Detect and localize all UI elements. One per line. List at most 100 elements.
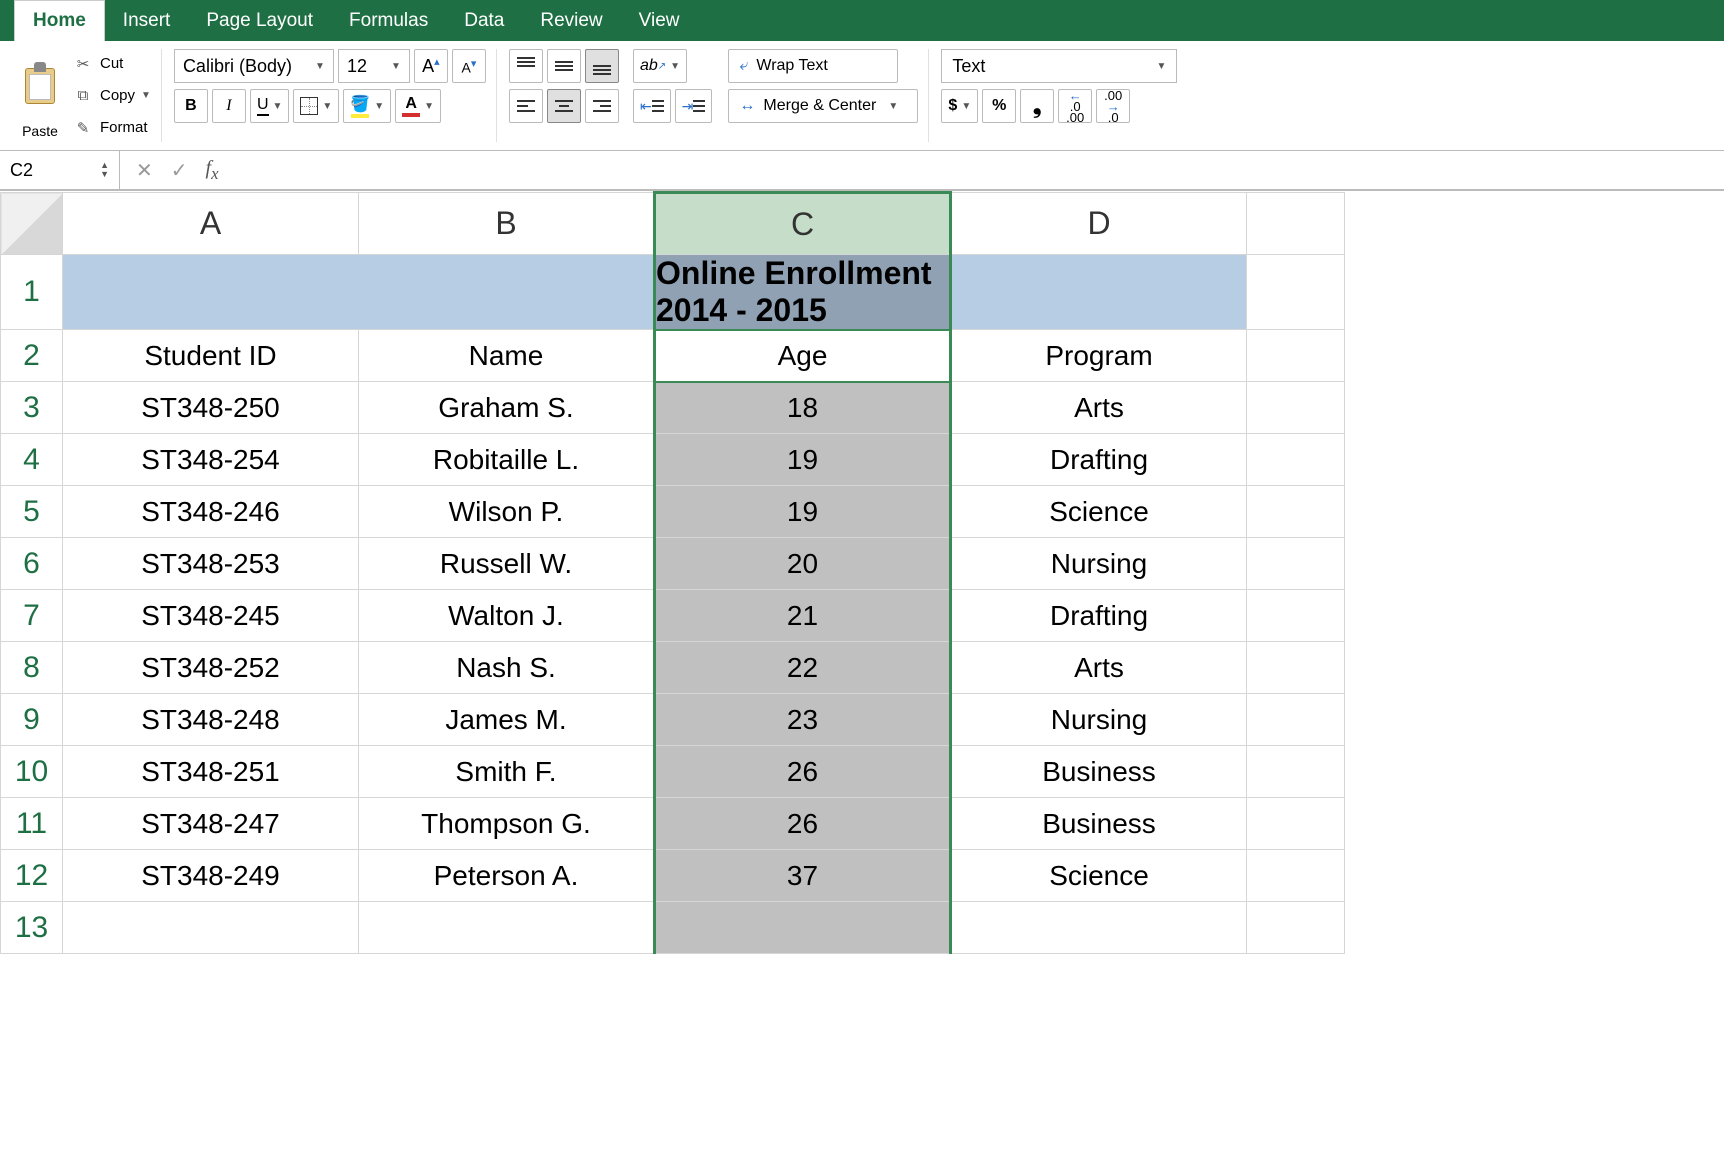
cell-d12[interactable]: Science [951, 850, 1247, 902]
row-header-13[interactable]: 13 [1, 902, 63, 954]
cell-c6[interactable]: 20 [655, 538, 951, 590]
percent-button[interactable]: % [982, 89, 1016, 123]
increase-font-button[interactable]: A▴ [414, 49, 448, 83]
cancel-formula-button[interactable]: ✕ [136, 158, 153, 183]
cell-e6[interactable] [1247, 538, 1345, 590]
underline-button[interactable]: U▼ [250, 89, 289, 123]
row-header-12[interactable]: 12 [1, 850, 63, 902]
decrease-indent-button[interactable]: ⇤ [633, 89, 671, 123]
wrap-text-button[interactable]: ⤶ Wrap Text [728, 49, 898, 83]
cell-a13[interactable] [63, 902, 359, 954]
cell-b3[interactable]: Graham S. [359, 382, 655, 434]
fill-color-button[interactable]: 🪣▼ [343, 89, 391, 123]
cell-c4[interactable]: 19 [655, 434, 951, 486]
cell-a2[interactable]: Student ID [63, 330, 359, 382]
cell-b9[interactable]: James M. [359, 694, 655, 746]
name-box[interactable]: C2 ▲▼ [0, 151, 120, 189]
row-header-2[interactable]: 2 [1, 330, 63, 382]
cell-e10[interactable] [1247, 746, 1345, 798]
cell-b13[interactable] [359, 902, 655, 954]
cell-a10[interactable]: ST348-251 [63, 746, 359, 798]
cell-d1[interactable] [951, 255, 1247, 330]
col-header-a[interactable]: A [63, 193, 359, 255]
cell-e12[interactable] [1247, 850, 1345, 902]
col-header-c[interactable]: C [655, 193, 951, 255]
name-box-spinner[interactable]: ▲▼ [100, 161, 109, 179]
cell-e13[interactable] [1247, 902, 1345, 954]
cell-a9[interactable]: ST348-248 [63, 694, 359, 746]
row-header-1[interactable]: 1 [1, 255, 63, 330]
cell-b10[interactable]: Smith F. [359, 746, 655, 798]
cell-e7[interactable] [1247, 590, 1345, 642]
cell-a6[interactable]: ST348-253 [63, 538, 359, 590]
format-painter-button[interactable]: Format [72, 114, 151, 142]
cell-a1[interactable] [63, 255, 655, 330]
cell-e11[interactable] [1247, 798, 1345, 850]
decrease-font-button[interactable]: A▾ [452, 49, 486, 83]
cell-d3[interactable]: Arts [951, 382, 1247, 434]
align-bottom-button[interactable] [585, 49, 619, 83]
tab-view[interactable]: View [621, 0, 698, 41]
cell-c1-merged-title[interactable]: Online Enrollment 2014 - 2015 [655, 255, 951, 330]
cell-e5[interactable] [1247, 486, 1345, 538]
cell-c5[interactable]: 19 [655, 486, 951, 538]
copy-button[interactable]: Copy ▼ [72, 82, 151, 110]
comma-style-button[interactable]: ❟ [1020, 89, 1054, 123]
align-center-button[interactable] [547, 89, 581, 123]
cell-a3[interactable]: ST348-250 [63, 382, 359, 434]
increase-indent-button[interactable]: ⇥ [675, 89, 713, 123]
cell-c7[interactable]: 21 [655, 590, 951, 642]
cell-b7[interactable]: Walton J. [359, 590, 655, 642]
cell-c9[interactable]: 23 [655, 694, 951, 746]
cell-e4[interactable] [1247, 434, 1345, 486]
cell-d6[interactable]: Nursing [951, 538, 1247, 590]
row-header-10[interactable]: 10 [1, 746, 63, 798]
select-all-corner[interactable] [1, 193, 63, 255]
cell-c13[interactable] [655, 902, 951, 954]
cell-e8[interactable] [1247, 642, 1345, 694]
cell-a8[interactable]: ST348-252 [63, 642, 359, 694]
cell-c2[interactable]: Age [655, 330, 951, 382]
cell-b4[interactable]: Robitaille L. [359, 434, 655, 486]
cell-d7[interactable]: Drafting [951, 590, 1247, 642]
cell-e3[interactable] [1247, 382, 1345, 434]
formula-input[interactable] [235, 151, 1724, 189]
cell-b5[interactable]: Wilson P. [359, 486, 655, 538]
cell-b2[interactable]: Name [359, 330, 655, 382]
cell-c3[interactable]: 18 [655, 382, 951, 434]
align-left-button[interactable] [509, 89, 543, 123]
align-middle-button[interactable] [547, 49, 581, 83]
accept-formula-button[interactable]: ✓ [171, 158, 188, 183]
row-header-7[interactable]: 7 [1, 590, 63, 642]
cell-e9[interactable] [1247, 694, 1345, 746]
align-right-button[interactable] [585, 89, 619, 123]
tab-home[interactable]: Home [14, 0, 105, 41]
cell-d5[interactable]: Science [951, 486, 1247, 538]
col-header-e[interactable] [1247, 193, 1345, 255]
tab-data[interactable]: Data [446, 0, 522, 41]
font-color-button[interactable]: A▼ [395, 89, 441, 123]
cell-b6[interactable]: Russell W. [359, 538, 655, 590]
tab-formulas[interactable]: Formulas [331, 0, 446, 41]
row-header-11[interactable]: 11 [1, 798, 63, 850]
cell-a12[interactable]: ST348-249 [63, 850, 359, 902]
cell-e1[interactable] [1247, 255, 1345, 330]
row-header-9[interactable]: 9 [1, 694, 63, 746]
cell-d8[interactable]: Arts [951, 642, 1247, 694]
cell-b11[interactable]: Thompson G. [359, 798, 655, 850]
font-size-select[interactable]: 12 ▼ [338, 49, 410, 83]
cell-d2[interactable]: Program [951, 330, 1247, 382]
col-header-b[interactable]: B [359, 193, 655, 255]
decrease-decimal-button[interactable]: .00→.0 [1096, 89, 1130, 123]
tab-page-layout[interactable]: Page Layout [188, 0, 331, 41]
font-name-select[interactable]: Calibri (Body) ▼ [174, 49, 334, 83]
cell-d10[interactable]: Business [951, 746, 1247, 798]
row-header-8[interactable]: 8 [1, 642, 63, 694]
cell-c8[interactable]: 22 [655, 642, 951, 694]
cell-b12[interactable]: Peterson A. [359, 850, 655, 902]
tab-insert[interactable]: Insert [105, 0, 189, 41]
paste-button[interactable] [14, 49, 66, 119]
cut-button[interactable]: Cut [72, 50, 151, 78]
row-header-3[interactable]: 3 [1, 382, 63, 434]
cell-a5[interactable]: ST348-246 [63, 486, 359, 538]
